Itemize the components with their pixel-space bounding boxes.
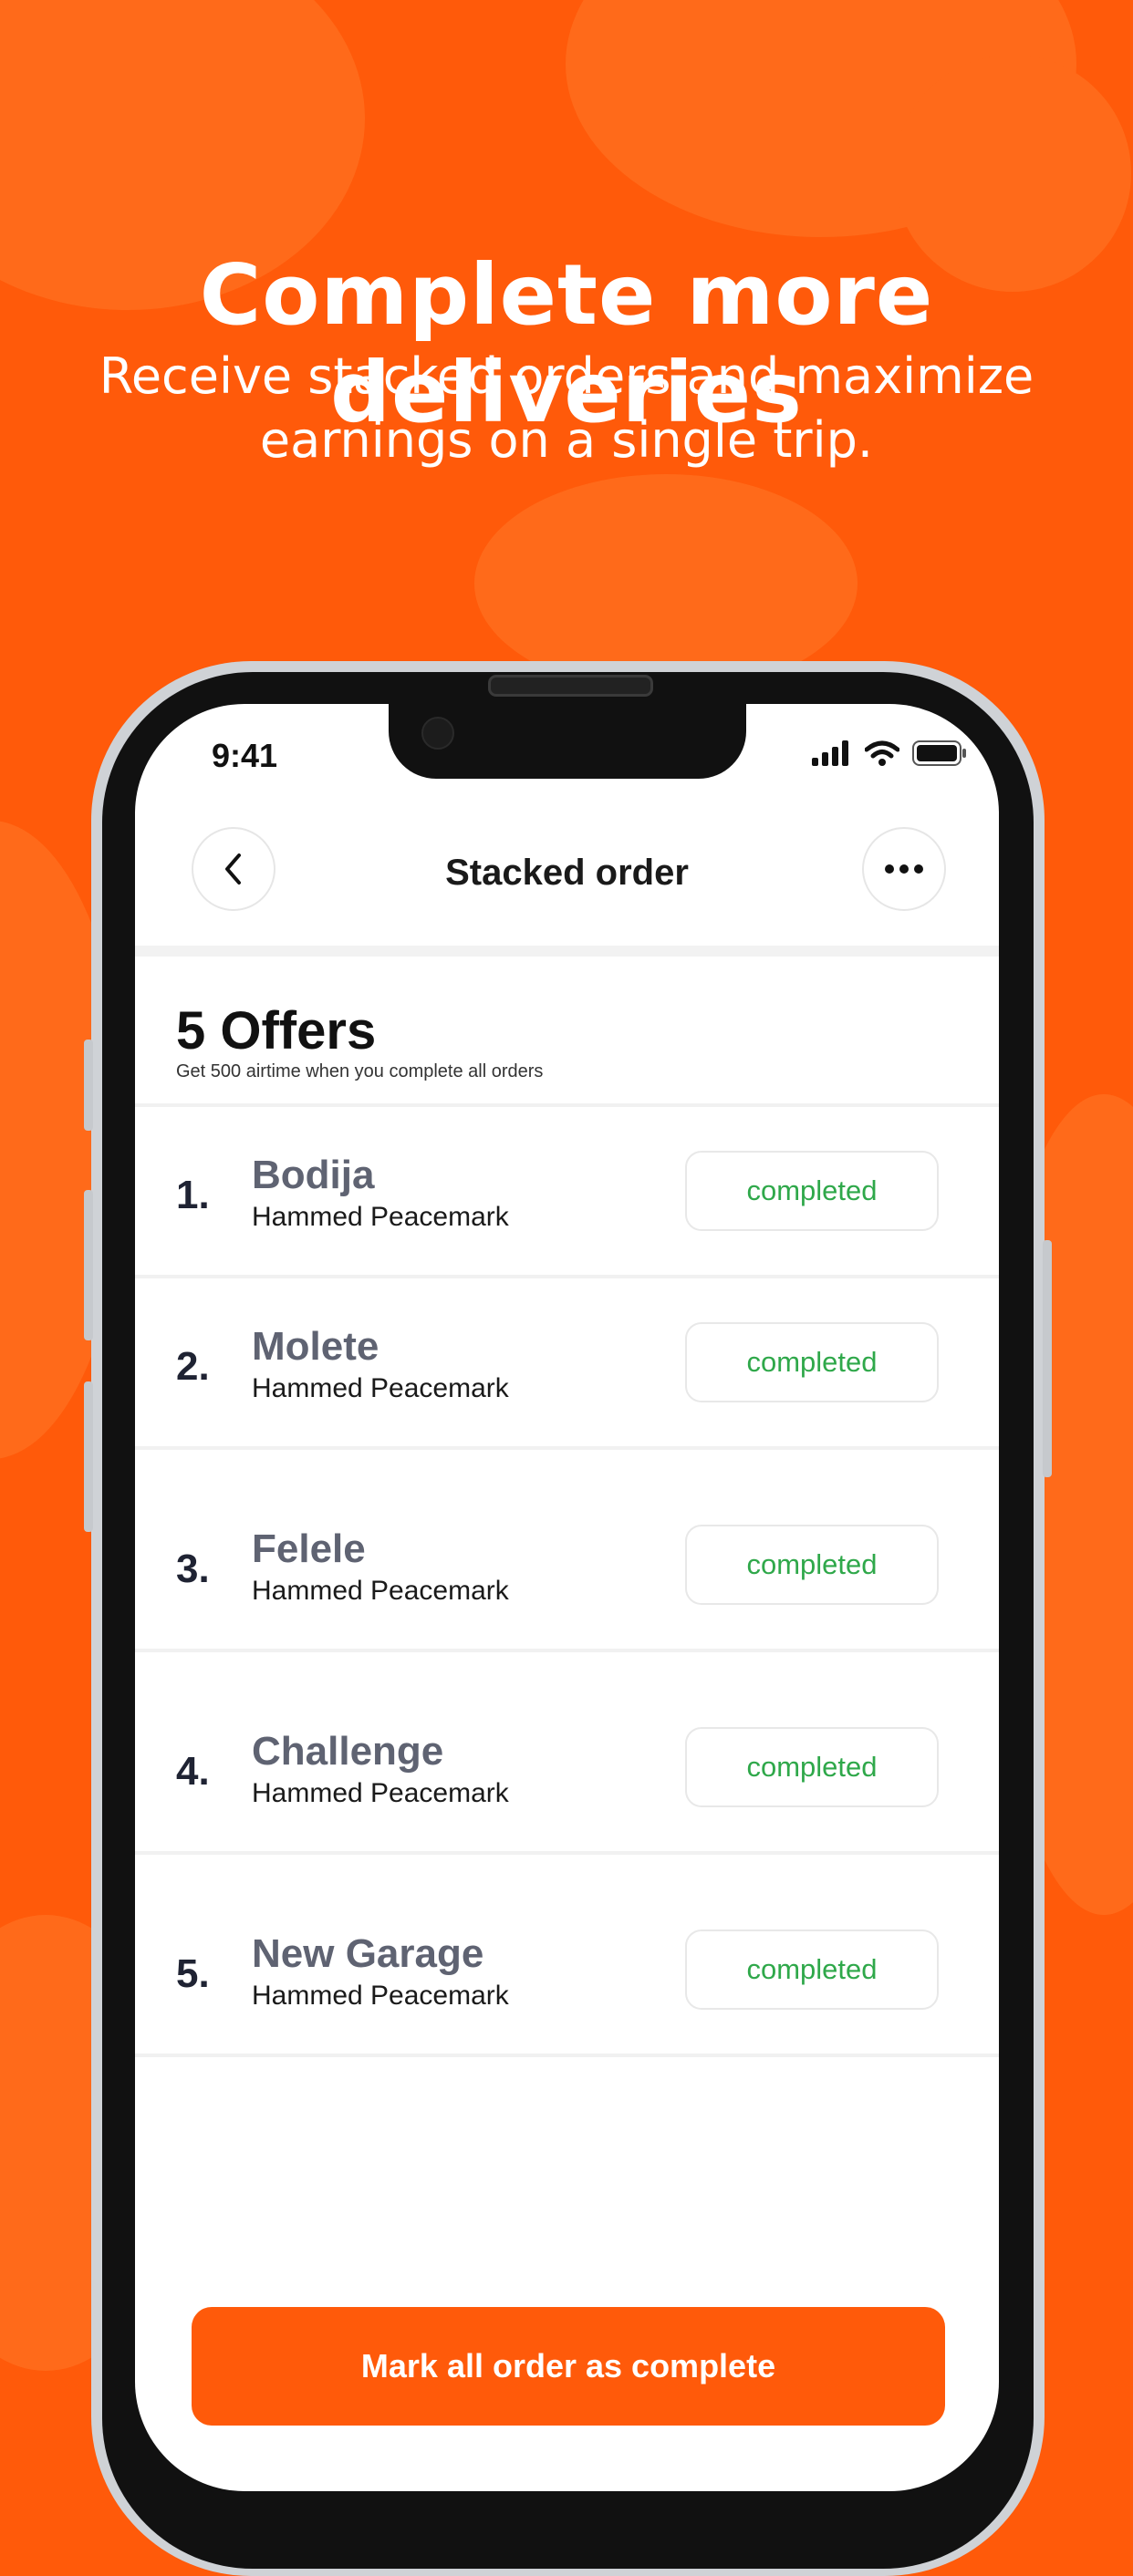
cellular-signal-icon — [812, 740, 848, 766]
battery-icon — [912, 740, 966, 766]
order-customer: Hammed Peacemark — [252, 1202, 509, 1232]
order-location: Bodija — [252, 1153, 375, 1197]
nav-bar: Stacked order — [135, 827, 999, 936]
status-badge: completed — [685, 1151, 939, 1231]
order-number: 3. — [176, 1547, 210, 1591]
front-camera — [421, 717, 454, 750]
status-badge: completed — [685, 1322, 939, 1402]
promo-subheadline: Receive stacked orders and maximize earn… — [91, 345, 1042, 472]
phone-speaker — [488, 675, 653, 697]
order-customer: Hammed Peacemark — [252, 1778, 509, 1808]
order-location: New Garage — [252, 1931, 484, 1976]
status-badge: completed — [685, 1929, 939, 2010]
order-row[interactable]: 2. Molete Hammed Peacemark completed — [135, 1278, 999, 1443]
phone-side-button — [84, 1381, 93, 1532]
phone-side-button — [84, 1190, 93, 1340]
status-bar-icons — [812, 740, 967, 766]
order-number: 1. — [176, 1173, 210, 1217]
promo-subheadline-line1: Receive stacked orders and maximize — [99, 347, 1034, 405]
order-row[interactable]: 4. Challenge Hammed Peacemark completed — [135, 1652, 999, 1816]
status-bar-time: 9:41 — [212, 737, 278, 774]
mark-all-complete-button[interactable]: Mark all order as complete — [192, 2307, 945, 2426]
order-number: 2. — [176, 1344, 210, 1389]
phone-side-button — [84, 1040, 93, 1131]
row-divider — [135, 2054, 999, 2057]
order-location: Molete — [252, 1324, 379, 1369]
order-customer: Hammed Peacemark — [252, 1981, 509, 2011]
order-customer: Hammed Peacemark — [252, 1373, 509, 1403]
more-horizontal-icon — [885, 864, 923, 874]
offers-title: 5 Offers — [176, 1001, 377, 1060]
phone-side-button — [1043, 1240, 1052, 1477]
promo-subheadline-line2: earnings on a single trip. — [259, 411, 874, 469]
order-row[interactable]: 5. New Garage Hammed Peacemark completed — [135, 1855, 999, 2019]
offers-subtitle: Get 500 airtime when you complete all or… — [176, 1061, 544, 1081]
section-divider — [135, 946, 999, 957]
order-row[interactable]: 3. Felele Hammed Peacemark completed — [135, 1450, 999, 1614]
status-badge: completed — [685, 1727, 939, 1807]
order-location: Challenge — [252, 1729, 444, 1774]
status-badge: completed — [685, 1525, 939, 1605]
wifi-icon — [865, 740, 899, 766]
order-row[interactable]: 1. Bodija Hammed Peacemark completed — [135, 1107, 999, 1271]
order-location: Felele — [252, 1526, 366, 1571]
order-customer: Hammed Peacemark — [252, 1576, 509, 1606]
phone-screen: Stacked order 5 Offers Get 500 airtime w… — [135, 704, 999, 2491]
more-button[interactable] — [862, 827, 946, 911]
order-number: 4. — [176, 1749, 210, 1794]
order-number: 5. — [176, 1951, 210, 1996]
